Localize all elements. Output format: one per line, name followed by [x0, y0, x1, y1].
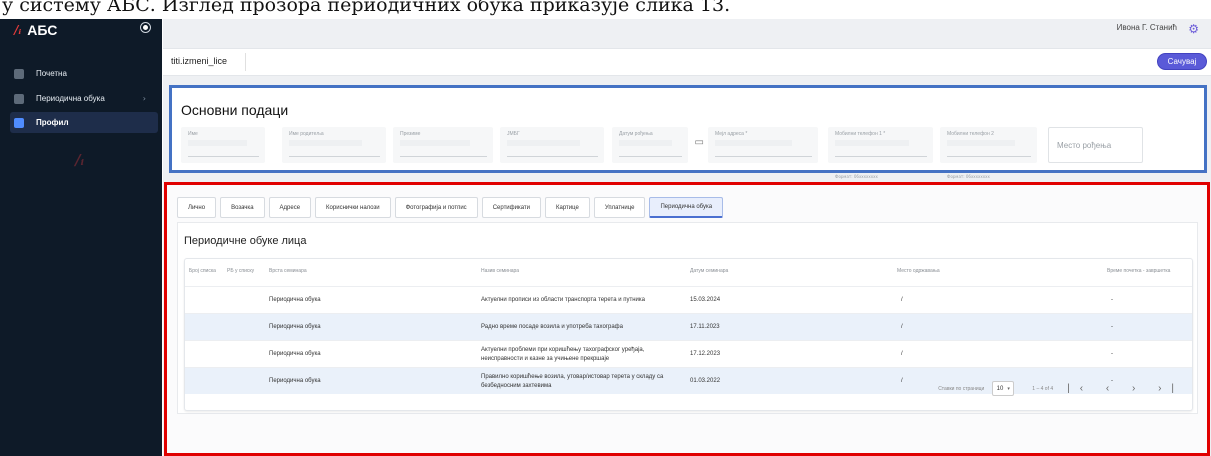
- home-icon: [14, 68, 24, 79]
- field-label: Презиме: [400, 131, 421, 137]
- field-hint: Формат: 06xxxxxxxx: [835, 174, 878, 179]
- main-area: Ивона Г. Станић ⚙ titi.izmeni_lice Сачув…: [163, 19, 1211, 456]
- tab-photo-signature[interactable]: Фотографија и потпис: [394, 197, 478, 218]
- cell-time: -: [1111, 324, 1113, 330]
- chevron-right-icon: ›: [142, 94, 146, 103]
- tab-personal[interactable]: Лично: [177, 197, 217, 218]
- cell-date: 17.12.2023: [690, 351, 721, 357]
- cell-type: Периодична обука: [269, 378, 321, 384]
- sidebar-item-label: Профил: [36, 118, 69, 127]
- app-logo[interactable]: /ᵢ АБС: [14, 22, 57, 38]
- training-table: Број списка РБ у списку Врста семинара Н…: [184, 258, 1193, 411]
- column-header[interactable]: Назив семинара: [481, 268, 519, 274]
- tab-addresses[interactable]: Адресе: [268, 197, 312, 218]
- column-header[interactable]: Врста семинара: [269, 268, 307, 274]
- column-header[interactable]: Време почетка - завршетка: [1107, 268, 1170, 274]
- training-icon: [14, 93, 24, 104]
- basic-info-section: Основни подаци Име Име родитеља Презиме …: [169, 85, 1207, 179]
- tab-cards[interactable]: Картице: [545, 197, 590, 218]
- person-details-section: Лично Возачка Адресе Кориснички налози Ф…: [164, 182, 1210, 456]
- user-settings-icon[interactable]: ⚙: [1188, 22, 1199, 36]
- field-label: Мобилни телефон 2: [947, 131, 994, 137]
- cell-time: -: [1111, 297, 1113, 303]
- card-title: Периодичне обуке лица: [184, 235, 307, 247]
- sidebar-item-periodic-training[interactable]: Периодична обука ›: [10, 88, 158, 109]
- app-name: АБС: [27, 22, 58, 38]
- profile-icon: [14, 117, 24, 128]
- column-header[interactable]: Место одржавања: [897, 268, 940, 274]
- tab-payment-slips[interactable]: Уплатнице: [593, 197, 646, 218]
- caret-down-icon: ▾: [1007, 385, 1010, 392]
- field-label: Мејл адреса *: [715, 131, 748, 137]
- cell-type: Периодична обука: [269, 351, 321, 357]
- table-row[interactable]: Периодична обука Актуелни прописи из обл…: [185, 286, 1192, 313]
- last-name-field[interactable]: Презиме: [393, 127, 493, 163]
- page-size-select[interactable]: 10 ▾: [992, 381, 1015, 396]
- cell-type: Периодична обука: [269, 297, 321, 303]
- sidebar-item-profile[interactable]: Профил: [10, 112, 158, 133]
- parent-name-field[interactable]: Име родитеља: [282, 127, 386, 163]
- mobile-phone-2-field[interactable]: Мобилни телефон 2 Формат: 06xxxxxxxx: [940, 127, 1037, 179]
- field-label: Име: [188, 131, 198, 137]
- birth-date-field[interactable]: Датум рођења ▭: [612, 127, 704, 163]
- logo-mark-icon: /ᵢ: [14, 23, 22, 37]
- field-label: Име родитеља: [289, 131, 324, 137]
- page-size-label: Ставки по страници: [938, 385, 985, 392]
- cell-name: Актуелни прописи из области транспорта т…: [481, 297, 645, 303]
- cell-name: Радно време посаде возила и употреба тах…: [481, 324, 623, 330]
- column-header[interactable]: Број списка: [189, 268, 216, 274]
- sidebar: /ᵢ АБС Почетна Периодична обука › Профил…: [0, 19, 162, 456]
- table-row[interactable]: Периодична обука Актуелни проблеми при к…: [185, 340, 1192, 367]
- toolbar: titi.izmeni_lice Сачувај: [163, 48, 1211, 76]
- email-field[interactable]: Мејл адреса *: [708, 127, 818, 163]
- field-label: ЈМБГ: [507, 131, 520, 137]
- training-card: Периодичне обуке лица Број списка РБ у с…: [177, 222, 1198, 414]
- page-range: 1 – 4 of 4: [1032, 385, 1054, 392]
- tab-certificates[interactable]: Сертификати: [481, 197, 542, 218]
- field-label: Мобилни телефон 1 *: [835, 131, 886, 137]
- mobile-phone-1-field[interactable]: Мобилни телефон 1 * Формат: 06xxxxxxxx: [828, 127, 933, 179]
- tab-drivers-license[interactable]: Возачка: [220, 197, 265, 218]
- column-header[interactable]: Датум семинара: [690, 268, 728, 274]
- cell-time: -: [1111, 351, 1113, 357]
- sidebar-item-label: Периодична обука: [36, 94, 105, 103]
- breadcrumb: titi.izmeni_lice: [171, 56, 228, 66]
- cell-date: 17.11.2023: [690, 324, 720, 330]
- first-name-field[interactable]: Име: [181, 127, 265, 163]
- sidebar-logo-watermark-icon: /ᵢ: [75, 151, 85, 169]
- field-hint: Формат: 06xxxxxxxx: [947, 174, 990, 179]
- cell-date: 15.03.2024: [690, 297, 721, 303]
- cell-name: Актуелни проблеми при коришћењу тахограф…: [481, 347, 645, 362]
- tab-periodic-training[interactable]: Периодична обука: [649, 197, 724, 218]
- sidebar-item-label: Почетна: [36, 69, 67, 78]
- cell-type: Периодична обука: [269, 324, 321, 330]
- user-name[interactable]: Ивона Г. Станић: [1117, 23, 1177, 32]
- sidebar-item-home[interactable]: Почетна: [10, 63, 158, 84]
- cell-name: Правилно коришћење возила, утовар/истова…: [481, 374, 664, 389]
- calendar-icon[interactable]: ▭: [695, 137, 704, 148]
- save-button[interactable]: Сачувај: [1157, 53, 1207, 70]
- document-caption-text: у систему АБС. Изглед прозора периодични…: [2, 0, 731, 16]
- cell-place: /: [901, 324, 903, 330]
- cell-place: /: [901, 297, 903, 303]
- cell-place: /: [901, 351, 903, 357]
- page-size-value: 10: [996, 385, 1004, 392]
- jmbg-field[interactable]: ЈМБГ: [500, 127, 604, 163]
- table-row[interactable]: Периодична обука Радно време посаде вози…: [185, 313, 1192, 340]
- column-header[interactable]: РБ у списку: [227, 268, 254, 274]
- toolbar-divider: [245, 53, 246, 71]
- paginator: Ставки по страници 10 ▾ 1 – 4 of 4 |‹ ‹ …: [938, 381, 1184, 396]
- birth-place-field[interactable]: Место рођења: [1048, 127, 1143, 163]
- page-navigation-icons[interactable]: |‹ ‹ › ›|: [1067, 383, 1184, 394]
- section-title: Основни подаци: [181, 102, 289, 118]
- tab-bar: Лично Возачка Адресе Кориснички налози Ф…: [177, 197, 724, 218]
- sidebar-toggle-icon[interactable]: [141, 23, 150, 32]
- tab-user-accounts[interactable]: Кориснички налози: [315, 197, 391, 218]
- field-label: Датум рођења: [619, 131, 653, 137]
- cell-date: 01.03.2022: [690, 378, 721, 384]
- cell-place: /: [901, 378, 903, 384]
